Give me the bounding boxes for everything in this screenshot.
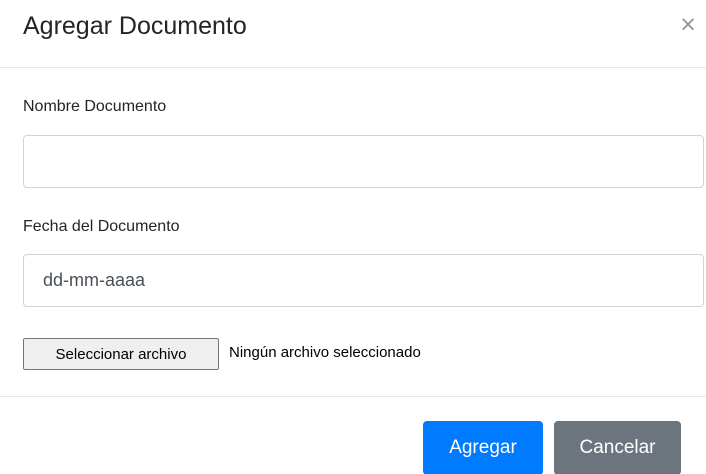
footer-divider [0, 396, 706, 397]
document-name-input[interactable] [23, 135, 704, 188]
add-button[interactable]: Agregar [423, 421, 543, 474]
document-date-input[interactable] [23, 254, 704, 307]
file-status-text: Ningún archivo seleccionado [229, 344, 421, 361]
modal-header: Agregar Documento × [0, 0, 706, 68]
add-document-modal: Agregar Documento × Nombre Documento Fec… [0, 0, 706, 474]
select-file-button[interactable]: Seleccionar archivo [23, 338, 219, 370]
modal-title: Agregar Documento [23, 12, 247, 40]
cancel-button[interactable]: Cancelar [554, 421, 681, 474]
document-name-label: Nombre Documento [23, 98, 167, 115]
close-icon[interactable]: × [678, 12, 698, 36]
document-date-label: Fecha del Documento [23, 218, 180, 235]
